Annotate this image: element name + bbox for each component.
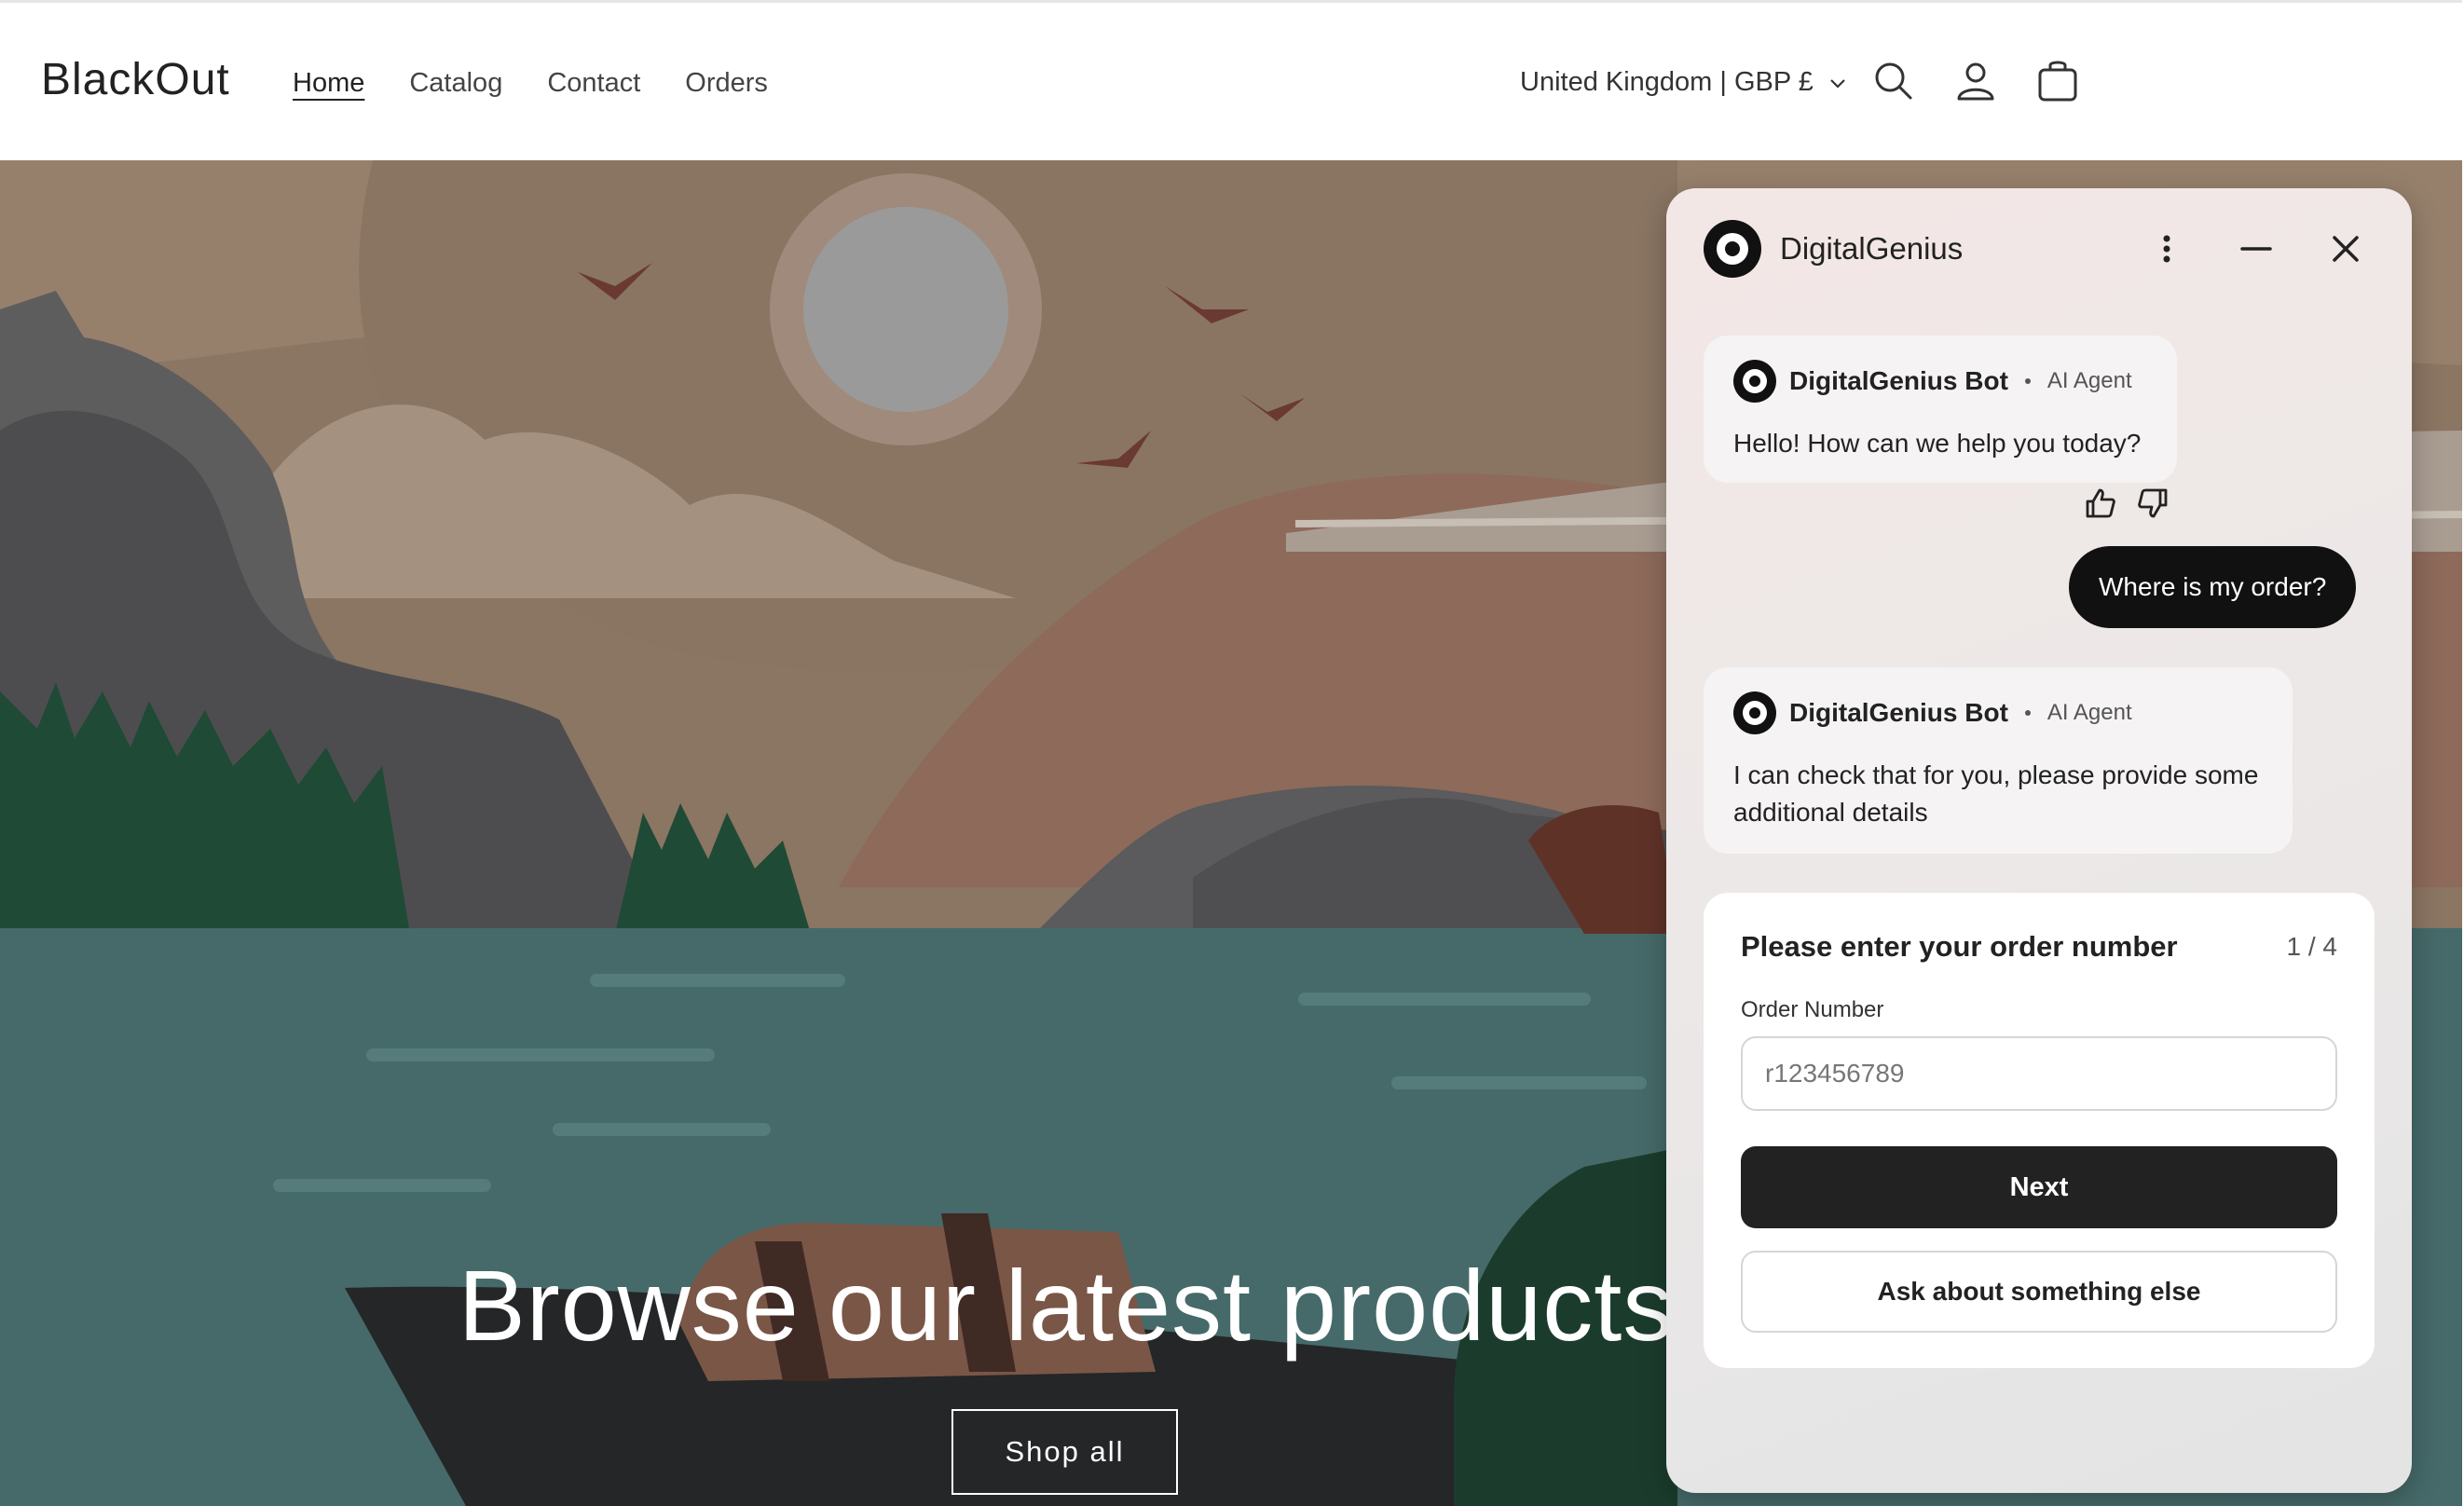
bot-message-text: Hello! How can we help you today?	[1733, 429, 2142, 458]
shop-all-button[interactable]: Shop all	[951, 1409, 1178, 1495]
bot-tag: AI Agent	[2046, 368, 2132, 393]
separator-dot	[2024, 378, 2031, 384]
account-icon[interactable]	[1951, 57, 2000, 105]
close-icon[interactable]	[2326, 229, 2365, 268]
bot-name: DigitalGenius Bot	[1789, 366, 2008, 395]
next-button[interactable]: Next	[1741, 1146, 2337, 1228]
bot-avatar-icon	[1733, 691, 1776, 734]
store-logo[interactable]: BlackOut	[41, 54, 230, 105]
country-selector[interactable]: United Kingdom | GBP £	[1520, 67, 1849, 98]
chat-header: DigitalGenius	[1704, 220, 1963, 278]
bot-name: DigitalGenius Bot	[1789, 698, 2008, 727]
nav-home[interactable]: Home	[293, 68, 364, 99]
cart-icon[interactable]	[2033, 57, 2082, 105]
site-header: BlackOut Home Catalog Contact Orders Uni…	[0, 0, 2462, 160]
bot-message: DigitalGenius Bot AI Agent I can check t…	[1704, 667, 2293, 854]
thumbs-down-icon[interactable]	[2136, 486, 2170, 520]
bot-sender-line: DigitalGenius Bot AI Agent	[1733, 360, 2147, 403]
chat-widget: DigitalGenius DigitalGenius Bot AI Agent…	[1666, 188, 2412, 1493]
chevron-down-icon	[1830, 78, 1845, 89]
form-title: Please enter your order number	[1741, 930, 2178, 963]
message-feedback	[2084, 486, 2170, 520]
bot-sender-line: DigitalGenius Bot AI Agent	[1733, 691, 2263, 734]
search-icon[interactable]	[1869, 57, 1918, 105]
nav-orders[interactable]: Orders	[685, 68, 768, 99]
digitalgenius-logo-icon	[1704, 220, 1761, 278]
bot-avatar-icon	[1733, 360, 1776, 403]
bot-tag: AI Agent	[2046, 700, 2132, 725]
nav-contact[interactable]: Contact	[547, 68, 640, 99]
bot-message: DigitalGenius Bot AI Agent Hello! How ca…	[1704, 335, 2177, 483]
nav-catalog[interactable]: Catalog	[409, 68, 502, 99]
ask-something-else-button[interactable]: Ask about something else	[1741, 1251, 2337, 1333]
more-vertical-icon[interactable]	[2147, 229, 2186, 268]
minimize-icon[interactable]	[2237, 229, 2276, 268]
order-number-form: Please enter your order number 1 / 4 Ord…	[1704, 893, 2375, 1368]
order-number-label: Order Number	[1741, 997, 1884, 1022]
chat-title: DigitalGenius	[1780, 231, 1964, 266]
thumbs-up-icon[interactable]	[2084, 486, 2117, 520]
main-nav: Home Catalog Contact Orders	[293, 68, 768, 99]
country-selector-label: United Kingdom | GBP £	[1520, 67, 1814, 97]
order-number-input[interactable]	[1741, 1036, 2337, 1111]
form-step-indicator: 1 / 4	[2286, 932, 2337, 961]
separator-dot	[2024, 710, 2031, 716]
bot-message-text: I can check that for you, please provide…	[1733, 760, 2259, 827]
user-message: Where is my order?	[2069, 546, 2357, 628]
